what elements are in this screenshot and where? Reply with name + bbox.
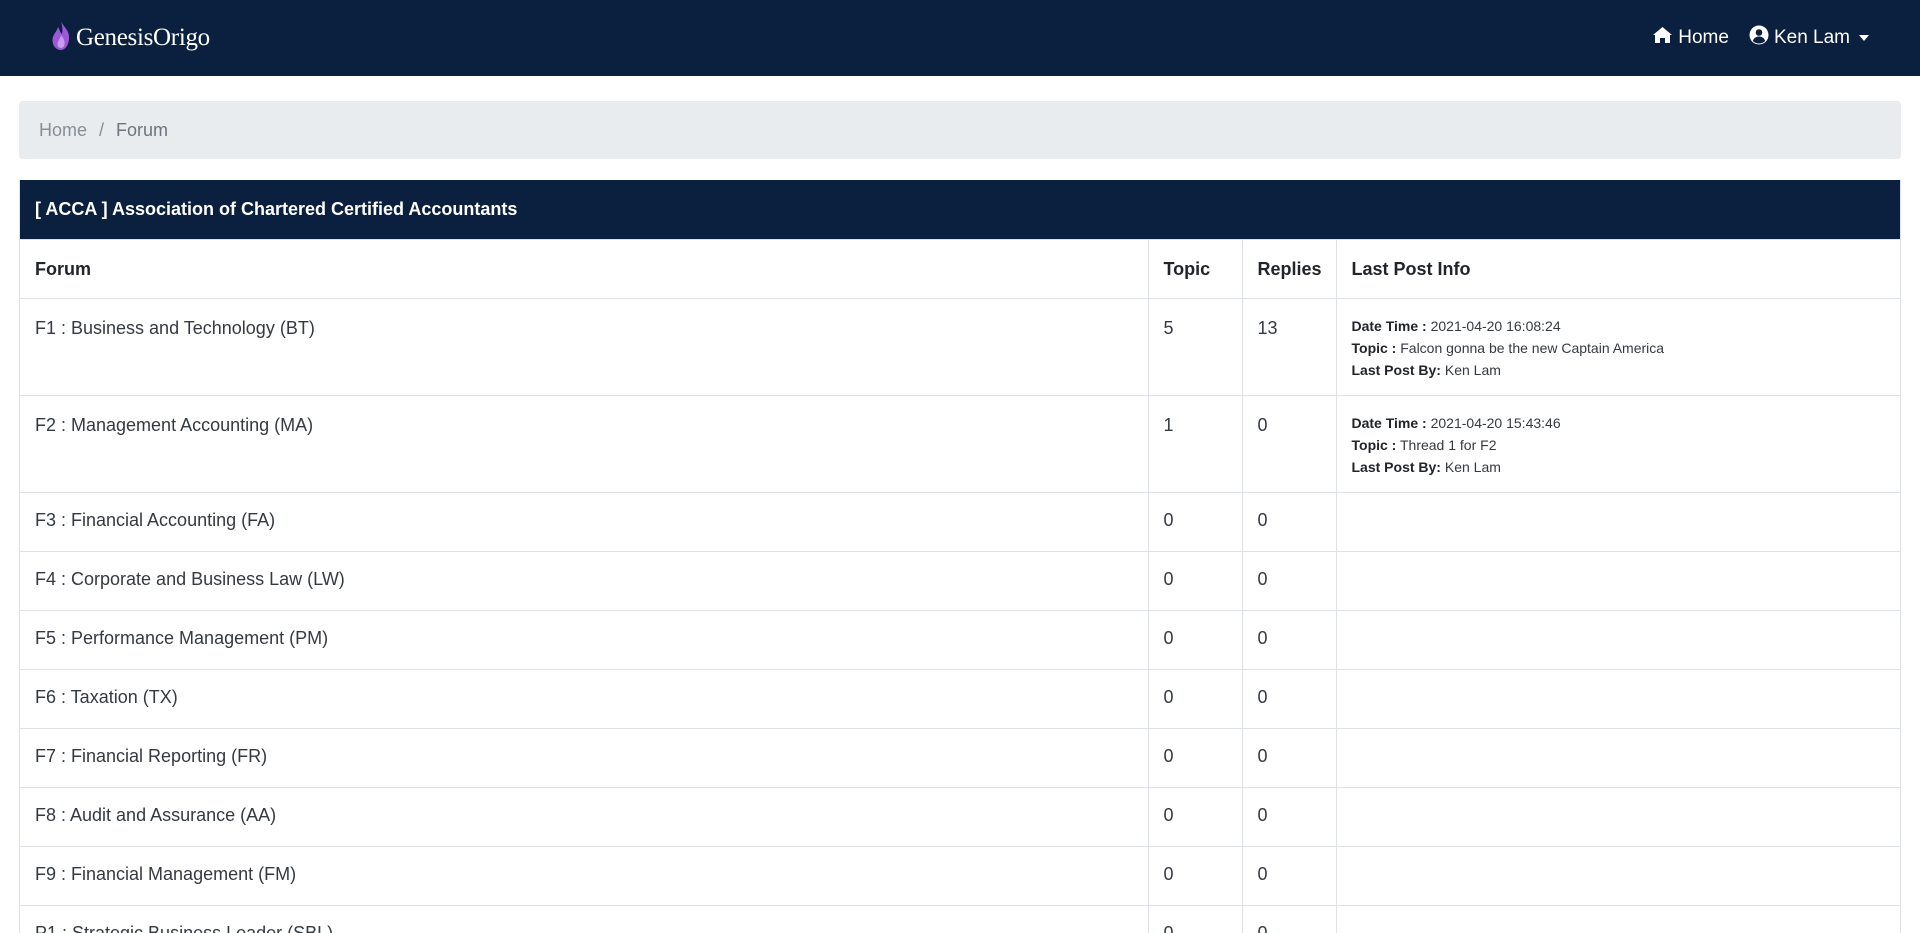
last-post-author: Ken Lam [1444,362,1501,378]
replies-count: 0 [1241,669,1336,729]
nav-home-link[interactable]: Home [1652,26,1729,50]
topic-count: 0 [1147,787,1242,847]
nav-right: Home Ken Lam [1652,25,1870,51]
last-post-info [1335,669,1900,729]
topic-count: 0 [1147,492,1242,552]
last-post-info [1335,610,1900,670]
nav-home-label: Home [1678,27,1729,48]
last-post-info [1335,905,1900,933]
last-post-info [1335,492,1900,552]
last-post-info: Date Time : 2021-04-20 16:08:24 Topic : … [1352,315,1886,381]
date-time-label: Date Time : [1351,415,1427,431]
table-row: F5 : Performance Management (PM) 0 0 [20,610,1900,670]
last-post-datetime: 2021-04-20 16:08:24 [1430,318,1561,334]
breadcrumb-separator: / [99,119,105,140]
replies-count: 0 [1241,846,1336,906]
home-icon [1652,26,1673,50]
breadcrumb-current: Forum [116,119,169,140]
table-row: F4 : Corporate and Business Law (LW) 0 0 [20,551,1900,611]
topic-count: 0 [1147,905,1242,933]
replies-count: 0 [1241,728,1336,788]
topic-count: 0 [1147,728,1242,788]
last-post-datetime: 2021-04-20 15:43:46 [1430,415,1561,431]
forum-category-panel: [ ACCA ] Association of Chartered Certif… [19,180,1901,933]
replies-count: 0 [1241,787,1336,847]
brand-name: GenesisOrigo [76,24,210,51]
replies-count: 13 [1241,298,1336,396]
forum-link[interactable]: P1 : Strategic Business Leader (SBL) [35,923,333,933]
forum-link[interactable]: F4 : Corporate and Business Law (LW) [35,569,345,589]
replies-count: 0 [1241,610,1336,670]
table-row: F9 : Financial Management (FM) 0 0 [20,846,1900,906]
caret-down-icon [1859,35,1869,41]
breadcrumb-home-link[interactable]: Home [39,120,87,141]
user-circle-icon [1749,25,1769,51]
table-row: F6 : Taxation (TX) 0 0 [20,669,1900,729]
last-post-info [1335,787,1900,847]
user-menu-dropdown[interactable]: Ken Lam [1749,25,1869,51]
table-row: F1 : Business and Technology (BT) 5 13 D… [20,298,1900,396]
forum-link[interactable]: F1 : Business and Technology (BT) [35,318,315,338]
forum-link[interactable]: F3 : Financial Accounting (FA) [35,510,275,530]
last-post-info [1335,728,1900,788]
table-row: F8 : Audit and Assurance (AA) 0 0 [20,787,1900,847]
last-post-author: Ken Lam [1444,459,1501,475]
topic-count: 0 [1147,846,1242,906]
topic-count: 1 [1147,395,1242,493]
top-navbar: GenesisOrigo Home Ken Lam [0,0,1920,76]
last-post-topic: Thread 1 for F2 [1399,437,1497,453]
user-name-label: Ken Lam [1773,27,1850,48]
table-row: F2 : Management Accounting (MA) 1 0 Date… [20,395,1900,493]
forum-link[interactable]: F8 : Audit and Assurance (AA) [35,805,276,825]
last-post-topic: Falcon gonna be the new Captain America [1400,340,1665,356]
replies-count: 0 [1241,551,1336,611]
topic-label: Topic : [1351,437,1397,453]
table-row: F7 : Financial Reporting (FR) 0 0 [20,728,1900,788]
category-title: [ ACCA ] Association of Chartered Certif… [20,180,1900,239]
forum-table: Forum Topic Replies Last Post Info F1 : … [20,239,1900,933]
replies-count: 0 [1241,492,1336,552]
last-post-info: Date Time : 2021-04-20 15:43:46 Topic : … [1352,412,1886,478]
replies-count: 0 [1241,905,1336,933]
flame-logo-icon [50,20,72,57]
table-row: F3 : Financial Accounting (FA) 0 0 [20,492,1900,552]
last-post-info [1335,551,1900,611]
brand-logo[interactable]: GenesisOrigo [50,20,210,57]
replies-count: 0 [1241,395,1336,493]
table-row: P1 : Strategic Business Leader (SBL) 0 0 [20,905,1900,933]
column-header-forum: Forum [20,239,1148,299]
forum-link[interactable]: F6 : Taxation (TX) [35,687,178,707]
forum-link[interactable]: F7 : Financial Reporting (FR) [35,746,267,766]
topic-count: 0 [1147,669,1242,729]
topic-count: 0 [1147,551,1242,611]
topic-count: 0 [1147,610,1242,670]
forum-link[interactable]: F2 : Management Accounting (MA) [35,415,313,435]
topic-label: Topic : [1351,340,1397,356]
table-header-row: Forum Topic Replies Last Post Info [20,239,1900,299]
last-post-info [1335,846,1900,906]
date-time-label: Date Time : [1351,318,1427,334]
topic-count: 5 [1147,298,1242,396]
last-post-by-label: Last Post By: [1351,459,1441,475]
column-header-replies: Replies [1241,239,1336,299]
column-header-last-post: Last Post Info [1335,239,1900,299]
last-post-by-label: Last Post By: [1351,362,1441,378]
column-header-topic: Topic [1147,239,1242,299]
forum-link[interactable]: F9 : Financial Management (FM) [35,864,296,884]
forum-link[interactable]: F5 : Performance Management (PM) [35,628,328,648]
breadcrumb: Home / Forum [19,101,1901,159]
